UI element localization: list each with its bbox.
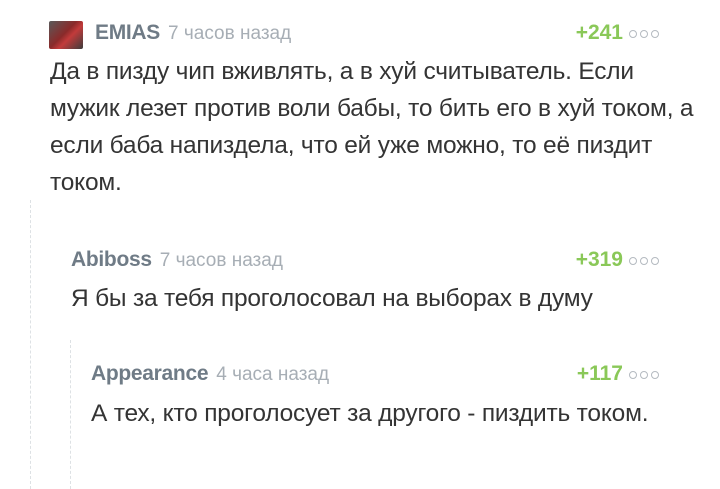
author-name[interactable]: Appearance — [91, 362, 209, 386]
comment-rating: +117 — [576, 362, 623, 385]
more-dots-icon[interactable] — [629, 368, 659, 382]
more-dots-icon[interactable] — [629, 27, 659, 41]
comment-time[interactable]: 4 часа назад — [216, 364, 329, 386]
comment-text: Да в пизду чип вживлять, а в хуй считыва… — [50, 58, 694, 196]
comment-text: Я бы за тебя проголосовал на выборах в д… — [71, 285, 593, 312]
more-dots-icon[interactable] — [629, 254, 659, 268]
comment-time[interactable]: 7 часов назад — [160, 250, 283, 272]
comment-rating: +319 — [575, 248, 623, 271]
thread-line-level-2[interactable] — [70, 340, 71, 489]
comment-header: EMIAS 7 часов назад — [95, 21, 291, 47]
avatar[interactable] — [49, 21, 83, 49]
comment-header: Abiboss 7 часов назад — [71, 248, 283, 274]
comment-time[interactable]: 7 часов назад — [168, 23, 291, 45]
comment-rating: +241 — [575, 21, 623, 44]
comment-header: Appearance 4 часа назад — [91, 362, 329, 388]
thread-line-level-1[interactable] — [30, 200, 31, 489]
author-name[interactable]: Abiboss — [71, 248, 152, 272]
author-name[interactable]: EMIAS — [95, 21, 160, 45]
comment-text: А тех, кто проголосует за другого - пизд… — [91, 400, 649, 427]
